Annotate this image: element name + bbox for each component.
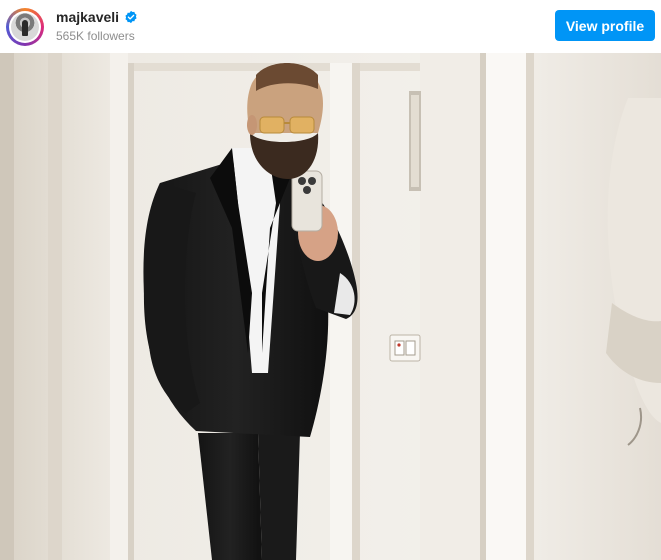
avatar[interactable]	[6, 8, 44, 46]
view-profile-button[interactable]: View profile	[555, 10, 655, 41]
username-row: majkaveli	[56, 9, 138, 25]
avatar-image	[11, 13, 39, 41]
username[interactable]: majkaveli	[56, 9, 119, 25]
post-photo[interactable]	[0, 53, 661, 560]
verified-icon	[124, 10, 138, 24]
photo-illustration	[0, 53, 661, 560]
follower-count: 565K followers	[56, 29, 135, 43]
avatar-figure	[22, 20, 28, 36]
post-header: majkaveli 565K followers View profile	[0, 0, 661, 53]
avatar-frame	[9, 11, 41, 43]
instagram-embed: majkaveli 565K followers View profile	[0, 0, 661, 560]
